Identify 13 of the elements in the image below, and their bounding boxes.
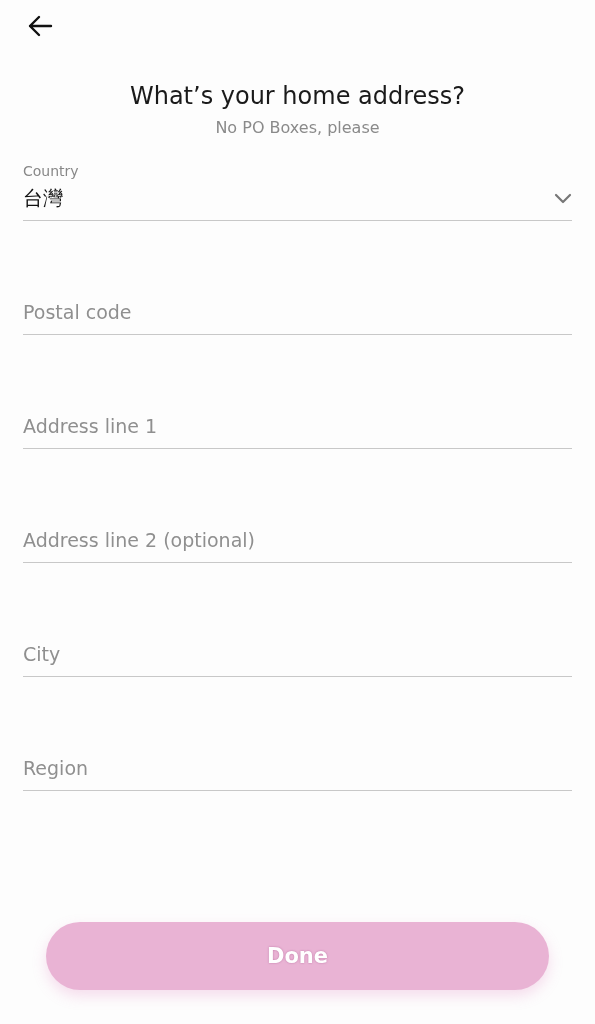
page-title: What’s your home address?: [128, 82, 467, 110]
back-arrow-icon: [27, 15, 53, 37]
input-field[interactable]: Postal code: [23, 297, 572, 335]
country-select[interactable]: Country 台灣: [23, 163, 572, 221]
input-field[interactable]: Address line 1: [23, 411, 572, 449]
back-button[interactable]: [27, 13, 53, 39]
input-field[interactable]: Region: [23, 753, 572, 791]
chevron-down-icon: [554, 193, 572, 204]
select-value: 台灣: [23, 185, 63, 212]
input-field[interactable]: Address line 2 (optional): [23, 525, 572, 563]
field-label: Country: [23, 163, 80, 179]
input-field[interactable]: City: [23, 639, 572, 677]
page-subtitle: No PO Boxes, please: [214, 118, 381, 137]
